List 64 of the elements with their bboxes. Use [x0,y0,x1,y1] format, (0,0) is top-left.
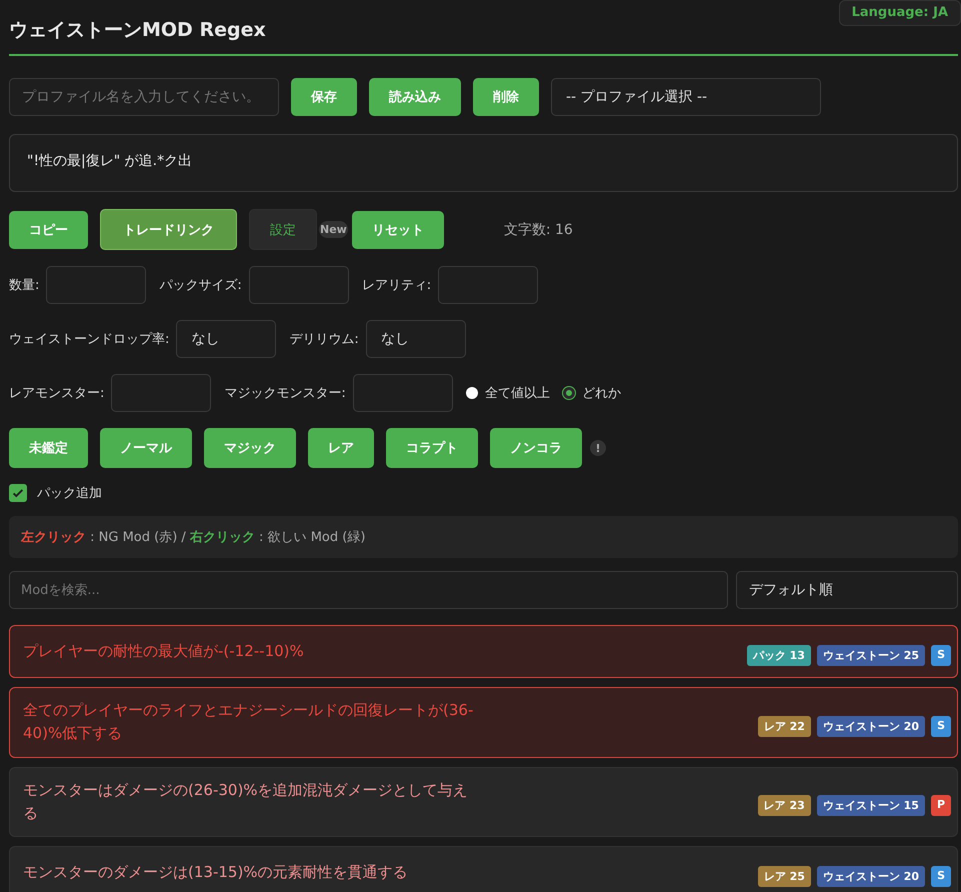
mod-card[interactable]: モンスターのダメージは(13-15)%の元素耐性を貫通する レア 25 ウェイストーン 20 S [9,846,958,892]
value-field[interactable] [46,266,146,304]
sort-select[interactable]: デフォルト順 [736,571,958,609]
action-button[interactable]: トレードリンク [100,209,237,250]
action-button[interactable]: コピー [9,210,88,248]
field-label: 数量: [9,277,40,294]
mod-card[interactable]: モンスターはダメージの(26-30)%を追加混沌ダメージとして与える レア 23 ウェイストーン 15 P [9,766,958,837]
profile-name-field[interactable]: プロファイル名を入力してください。 [9,78,279,116]
checkbox-label: パック追加 [37,485,102,502]
profile-button[interactable]: 保存 [291,78,357,116]
page-title: ウェイストーンMOD Regex [9,18,266,43]
value-field[interactable] [111,374,212,412]
field-label: パックサイズ: [159,277,242,294]
regex-output: "!性の最|復レ" が追.*ク出 [9,134,958,192]
rarity-button[interactable]: マジック [204,428,296,468]
language-badge[interactable]: Language: JA [838,0,961,26]
field-label: レアリティ: [362,277,432,294]
action-button[interactable]: リセット [352,210,444,248]
radio-label: どれか [582,385,621,402]
profile-button[interactable]: 読み込み [369,78,461,116]
mod-tag: ウェイストーン 20 [816,716,926,737]
mod-tag: レア 25 [758,866,811,887]
mod-tag: ウェイストーン 20 [816,866,926,887]
info-badge: ! [590,440,606,456]
mod-tag: レア 23 [758,795,811,816]
mod-text: モンスターのダメージは(13-15)%の元素耐性を貫通する [23,862,408,883]
rarity-button[interactable]: レア [308,428,374,468]
field-label: レアモンスター: [9,385,104,402]
radio-button[interactable] [466,387,478,399]
value-field[interactable] [248,266,349,304]
action-button[interactable]: 設定 [249,209,317,250]
profile-button[interactable]: 削除 [473,78,539,116]
mod-tag: P [930,795,951,816]
mod-tag: S [931,645,951,666]
checkbox[interactable] [9,484,27,502]
value-field[interactable]: なし [366,320,466,358]
radio-button[interactable] [562,387,575,399]
value-field[interactable] [352,374,453,412]
value-field[interactable] [438,266,538,304]
mod-text: プレイヤーの耐性の最大値が-(-12--10)% [23,640,304,662]
rarity-button[interactable]: コラプト [386,428,478,468]
profile-select[interactable]: -- プロファイル選択 -- [551,78,821,116]
rarity-button[interactable]: 未鑑定 [9,428,88,468]
field-label: デリリウム: [289,331,359,348]
radio-label: 全て値以上 [484,385,550,402]
mod-card[interactable]: プレイヤーの耐性の最大値が-(-12--10)% パック 13 ウェイストーン 25 S [9,625,958,678]
mod-tag: S [931,716,951,737]
hint-text: 左クリック : NG Mod (赤) / 右クリック : 欲しい Mod (緑) [9,516,958,558]
mod-card[interactable]: 全てのプレイヤーのライフとエナジーシールドの回復レートが(36-40)%低下する レア 22 ウェイストーン 20 S [9,687,958,758]
rarity-button[interactable]: ノーマル [100,428,192,468]
mod-tag: ウェイストーン 15 [816,795,925,816]
new-badge: New [319,221,348,238]
field-label: マジックモンスター: [224,385,346,402]
char-count: 文字数: 16 [504,220,573,238]
mod-tag: S [931,866,951,887]
mod-tag: パック 13 [746,645,811,666]
value-field[interactable]: なし [176,320,276,358]
mod-tag: レア 22 [758,716,811,737]
mod-text: モンスターはダメージの(26-30)%を追加混沌ダメージとして与える [23,780,469,824]
mod-tag: ウェイストーン 25 [816,645,926,666]
field-label: ウェイストーンドロップ率: [9,331,170,348]
rarity-button[interactable]: ノンコラ [490,428,582,468]
search-field[interactable]: Modを検索... [9,571,728,609]
mod-text: 全てのプレイヤーのライフとエナジーシールドの回復レートが(36-40)%低下する [23,700,474,744]
